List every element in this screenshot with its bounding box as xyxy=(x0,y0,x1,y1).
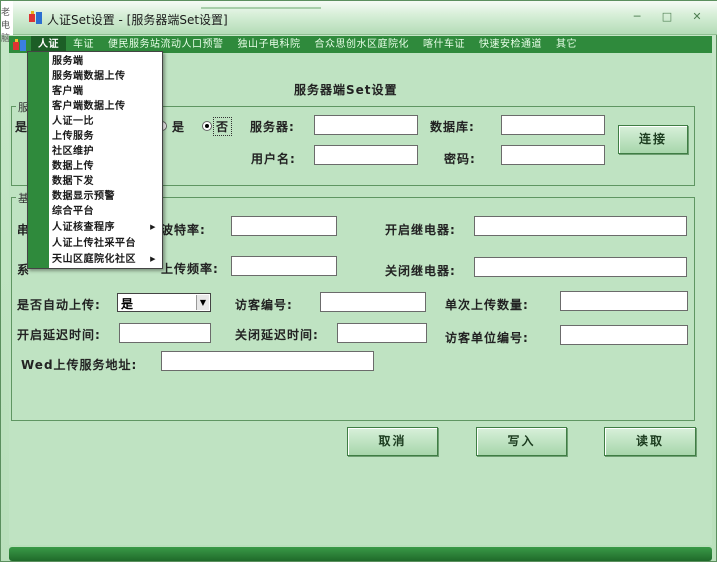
username-label: 用户名: xyxy=(251,152,296,166)
menu-qita[interactable]: 其它 xyxy=(549,36,584,53)
dd-item-verify-program[interactable]: 人证核查程序 ▶ xyxy=(52,220,160,235)
radio-no[interactable] xyxy=(202,121,212,131)
close-relay-label: 关闭继电器: xyxy=(385,264,456,278)
write-button[interactable]: 写入 xyxy=(476,427,567,456)
dd-item-fuwuduan-upload[interactable]: 服务端数据上传 xyxy=(52,69,160,84)
side-strip: 老电脑 xyxy=(1,1,13,44)
form-title: 服务器端Set设置 xyxy=(294,83,398,97)
connect-button[interactable]: 连接 xyxy=(618,125,688,154)
visitor-unit-label: 访客单位编号: xyxy=(445,331,529,345)
dd-item-upload-platform[interactable]: 人证上传社采平台 xyxy=(52,236,160,251)
dd-item-data-download[interactable]: 数据下发 xyxy=(52,174,160,189)
baud-input[interactable] xyxy=(231,216,337,236)
title-decoration xyxy=(201,7,321,9)
web-upload-label: Wed上传服务地址: xyxy=(21,358,138,372)
title-bar[interactable]: 老电脑 人证Set设置 - [服务器端Set设置] ─ □ ✕ xyxy=(1,1,717,44)
mdi-child-icon[interactable] xyxy=(12,38,28,52)
open-delay-label: 开启延迟时间: xyxy=(17,328,101,342)
dd-item-integrated-platform[interactable]: 综合平台 xyxy=(52,204,160,219)
upload-freq-label: 上传频率: xyxy=(161,262,219,276)
server-label: 服务器: xyxy=(250,120,295,134)
close-relay-input[interactable] xyxy=(474,257,687,277)
window-controls: ─ □ ✕ xyxy=(626,9,708,25)
open-delay-input[interactable] xyxy=(119,323,211,343)
cancel-button[interactable]: 取消 xyxy=(347,427,438,456)
submenu-arrow-icon: ▶ xyxy=(150,223,156,231)
password-input[interactable] xyxy=(501,145,605,165)
read-button[interactable]: 读取 xyxy=(604,427,696,456)
single-upload-label: 单次上传数量: xyxy=(445,298,529,312)
auto-upload-label: 是否自动上传: xyxy=(17,298,101,312)
dd-item-tianshan-label: 天山区庭院化社区 xyxy=(52,254,136,265)
submenu-arrow-icon: ▶ xyxy=(150,255,156,263)
server-input[interactable] xyxy=(314,115,418,135)
upload-freq-input[interactable] xyxy=(231,256,337,276)
dd-item-data-upload[interactable]: 数据上传 xyxy=(52,159,160,174)
database-input[interactable] xyxy=(501,115,605,135)
visitor-unit-input[interactable] xyxy=(560,325,688,345)
chevron-down-icon[interactable]: ▼ xyxy=(196,295,209,310)
renzheng-dropdown-menu: 服务端 服务端数据上传 客户端 客户端数据上传 人证一比 上传服务 社区维护 数… xyxy=(27,51,163,269)
maximize-button[interactable]: □ xyxy=(656,9,678,25)
minimize-button[interactable]: ─ xyxy=(626,9,648,25)
menu-dushanzi[interactable]: 独山子电科院 xyxy=(231,36,308,53)
dd-item-community-maint[interactable]: 社区维护 xyxy=(52,144,160,159)
dd-item-data-display-warning[interactable]: 数据显示预警 xyxy=(52,189,160,204)
database-label: 数据库: xyxy=(430,120,475,134)
close-delay-input[interactable] xyxy=(337,323,427,343)
radio-no-label: 否 xyxy=(213,117,233,136)
dropdown-side-bar xyxy=(28,52,49,268)
open-relay-label: 开启继电器: xyxy=(385,223,456,237)
app-icon xyxy=(29,11,42,24)
username-input[interactable] xyxy=(314,145,418,165)
menu-kashi[interactable]: 喀什车证 xyxy=(416,36,472,53)
dd-item-fuwuduan[interactable]: 服务端 xyxy=(52,54,160,69)
close-button[interactable]: ✕ xyxy=(686,9,708,25)
baud-label: 波特率: xyxy=(161,223,206,237)
dd-item-renzheng-yibi[interactable]: 人证一比 xyxy=(52,114,160,129)
app-window: 老电脑 人证Set设置 - [服务器端Set设置] ─ □ ✕ 人证 车证 便民… xyxy=(0,0,717,562)
dd-item-tianshan[interactable]: 天山区庭院化社区 ▶ xyxy=(52,252,160,267)
dd-item-upload-service[interactable]: 上传服务 xyxy=(52,129,160,144)
menu-kuaisu[interactable]: 快速安检通道 xyxy=(472,36,549,53)
window-title: 人证Set设置 - [服务器端Set设置] xyxy=(47,13,228,27)
close-delay-label: 关闭延迟时间: xyxy=(235,328,319,342)
open-relay-input[interactable] xyxy=(474,216,687,236)
auto-upload-value: 是 xyxy=(121,297,134,311)
web-upload-input[interactable] xyxy=(161,351,374,371)
auto-upload-select[interactable]: 是 ▼ xyxy=(117,293,211,312)
dd-item-kehuduan[interactable]: 客户端 xyxy=(52,84,160,99)
dd-item-kehuduan-upload[interactable]: 客户端数据上传 xyxy=(52,99,160,114)
radio-yes-label: 是 xyxy=(172,120,186,134)
single-upload-input[interactable] xyxy=(560,291,688,311)
visitor-no-input[interactable] xyxy=(320,292,426,312)
visitor-no-label: 访客编号: xyxy=(235,298,293,312)
status-bar xyxy=(9,547,712,561)
dd-item-verify-program-label: 人证核查程序 xyxy=(52,222,115,233)
password-label: 密码: xyxy=(444,152,476,166)
menu-hezhong[interactable]: 合众思创水区庭院化 xyxy=(308,36,417,53)
